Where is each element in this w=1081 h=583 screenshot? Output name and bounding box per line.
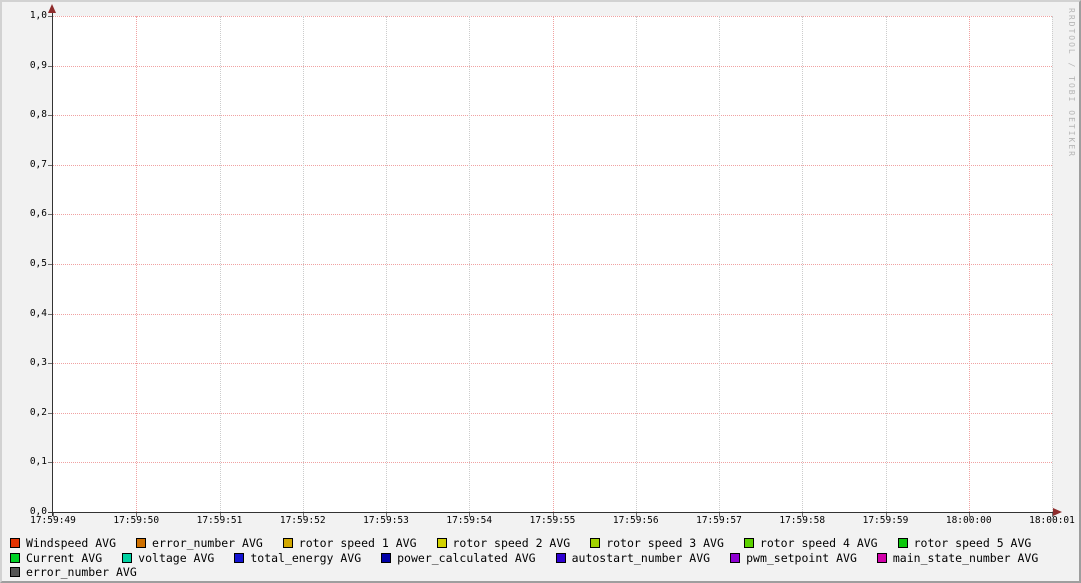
legend-item: Current AVG: [10, 552, 102, 564]
x-tick-label: 18:00:00: [936, 515, 1002, 526]
legend-label: autostart_number AVG: [572, 552, 710, 564]
legend-label: rotor speed 4 AVG: [760, 537, 878, 549]
y-tick-label: 0,5: [2, 258, 47, 270]
legend-item: autostart_number AVG: [556, 552, 710, 564]
legend-label: rotor speed 1 AVG: [299, 537, 417, 549]
legend-item: voltage AVG: [122, 552, 214, 564]
legend-swatch: [590, 538, 600, 548]
rrdtool-graph: 1,00,90,80,70,60,50,40,30,20,10,0 17:59:…: [0, 0, 1081, 583]
legend-label: error_number AVG: [152, 537, 263, 549]
x-axis-line: [48, 512, 1053, 513]
x-tick-label: 17:59:50: [103, 515, 169, 526]
x-gridline-minor: [303, 16, 304, 512]
x-gridline-minor: [886, 16, 887, 512]
legend: Windspeed AVG error_number AVG rotor speed…: [10, 536, 1038, 580]
x-tick-label: 17:59:53: [353, 515, 419, 526]
y-tick-label: 0,6: [2, 208, 47, 220]
x-gridline-major: [136, 16, 137, 512]
legend-item: rotor speed 3 AVG: [590, 537, 724, 549]
legend-label: rotor speed 2 AVG: [453, 537, 571, 549]
x-tick-label: 17:59:51: [187, 515, 253, 526]
legend-row: error_number AVG: [10, 565, 1038, 580]
legend-row: Current AVG voltage AVG total_energy AVG po…: [10, 551, 1038, 566]
legend-item: error_number AVG: [136, 537, 263, 549]
x-gridline-minor: [386, 16, 387, 512]
x-tick-label: 17:59:55: [520, 515, 586, 526]
x-tick-label: 17:59:57: [686, 515, 752, 526]
y-tick-label: 0,8: [2, 109, 47, 121]
legend-label: Current AVG: [26, 552, 102, 564]
legend-swatch: [898, 538, 908, 548]
y-axis-arrow-icon: [48, 4, 56, 13]
y-axis-line: [52, 9, 53, 516]
legend-swatch: [381, 553, 391, 563]
legend-swatch: [136, 538, 146, 548]
x-tick-label: 17:59:59: [853, 515, 919, 526]
legend-label: error_number AVG: [26, 566, 137, 578]
watermark: RRDTOOL / TOBI OETIKER: [1067, 8, 1076, 158]
legend-item: total_energy AVG: [234, 552, 361, 564]
legend-label: pwm_setpoint AVG: [746, 552, 857, 564]
legend-label: voltage AVG: [138, 552, 214, 564]
legend-item: error_number AVG: [10, 566, 137, 578]
x-gridline-minor: [1052, 16, 1053, 512]
x-gridline-minor: [719, 16, 720, 512]
y-tick-label: 0,9: [2, 60, 47, 72]
legend-swatch: [730, 553, 740, 563]
x-gridline-major: [553, 16, 554, 512]
legend-row: Windspeed AVG error_number AVG rotor speed…: [10, 536, 1038, 551]
legend-item: rotor speed 5 AVG: [898, 537, 1032, 549]
x-gridline-minor: [636, 16, 637, 512]
x-gridline-minor: [802, 16, 803, 512]
x-tick-label: 17:59:49: [20, 515, 86, 526]
legend-item: rotor speed 2 AVG: [437, 537, 571, 549]
legend-swatch: [122, 553, 132, 563]
legend-swatch: [10, 567, 20, 577]
legend-label: power_calculated AVG: [397, 552, 535, 564]
y-tick-label: 1,0: [2, 10, 47, 22]
x-gridline-minor: [469, 16, 470, 512]
x-gridline-minor: [220, 16, 221, 512]
legend-swatch: [10, 538, 20, 548]
legend-label: rotor speed 3 AVG: [606, 537, 724, 549]
x-tick-label: 17:59:52: [270, 515, 336, 526]
legend-swatch: [556, 553, 566, 563]
y-tick-label: 0,7: [2, 159, 47, 171]
legend-item: pwm_setpoint AVG: [730, 552, 857, 564]
y-tick-label: 0,2: [2, 407, 47, 419]
x-gridline-major: [969, 16, 970, 512]
legend-swatch: [10, 553, 20, 563]
legend-label: rotor speed 5 AVG: [914, 537, 1032, 549]
legend-item: Windspeed AVG: [10, 537, 116, 549]
legend-item: main_state_number AVG: [877, 552, 1038, 564]
legend-item: rotor speed 1 AVG: [283, 537, 417, 549]
legend-label: Windspeed AVG: [26, 537, 116, 549]
legend-label: total_energy AVG: [250, 552, 361, 564]
x-tick-label: 17:59:54: [436, 515, 502, 526]
legend-item: power_calculated AVG: [381, 552, 535, 564]
x-tick-label: 17:59:56: [603, 515, 669, 526]
x-tick-label: 18:00:01: [1019, 515, 1081, 526]
legend-swatch: [234, 553, 244, 563]
legend-item: rotor speed 4 AVG: [744, 537, 878, 549]
legend-label: main_state_number AVG: [893, 552, 1038, 564]
y-tick-label: 0,3: [2, 357, 47, 369]
legend-swatch: [877, 553, 887, 563]
legend-swatch: [283, 538, 293, 548]
x-tick-label: 17:59:58: [769, 515, 835, 526]
y-tick-label: 0,1: [2, 456, 47, 468]
legend-swatch: [744, 538, 754, 548]
y-tick-label: 0,4: [2, 308, 47, 320]
legend-swatch: [437, 538, 447, 548]
